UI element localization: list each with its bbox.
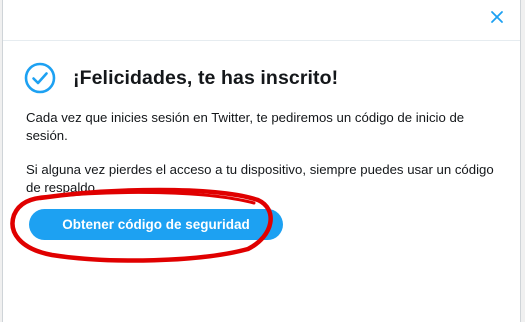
dialog-header xyxy=(3,0,520,41)
get-security-code-button[interactable]: Obtener código de seguridad xyxy=(29,209,283,240)
dialog-title: ¡Felicidades, te has inscrito! xyxy=(73,66,339,89)
backup-code-paragraph: Si alguna vez pierdes el acceso a tu dis… xyxy=(26,162,494,195)
title-row: ¡Felicidades, te has inscrito! xyxy=(24,61,338,95)
checkmark-circle-icon xyxy=(24,62,56,94)
close-button[interactable] xyxy=(486,6,508,28)
dialog: ¡Felicidades, te has inscrito! Cada vez … xyxy=(2,0,521,322)
description-paragraph: Cada vez que inicies sesión en Twitter, … xyxy=(26,110,465,143)
close-icon xyxy=(491,11,503,23)
